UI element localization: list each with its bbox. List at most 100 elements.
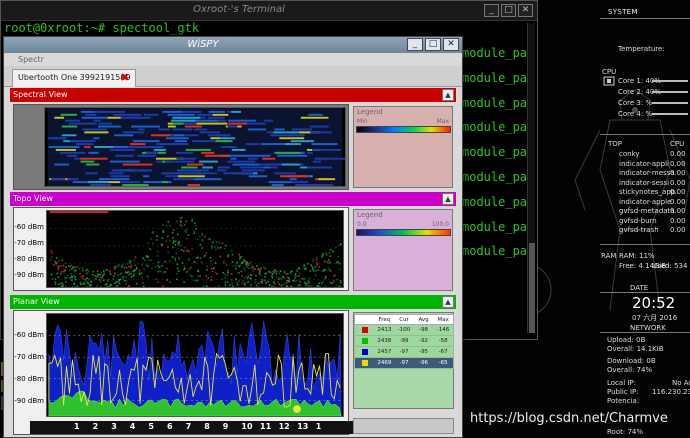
- topo-point: [125, 275, 127, 278]
- terminal-prompt[interactable]: root@0xroot:~# spectool_gtk: [4, 21, 199, 37]
- channel-label: 3: [111, 422, 117, 431]
- terminal-scroll-thumb[interactable]: [529, 243, 535, 333]
- topo-point: [180, 249, 183, 251]
- topo-point: [224, 284, 227, 286]
- topo-point: [51, 278, 54, 280]
- topo-point: [130, 264, 132, 266]
- topo-plot[interactable]: [46, 210, 344, 288]
- close-button[interactable]: ✕: [518, 4, 533, 17]
- waterfall-streak: [232, 163, 262, 166]
- waterfall-streak: [314, 157, 345, 160]
- legend-max: Max: [436, 118, 449, 125]
- spectral-waterfall[interactable]: [44, 107, 346, 187]
- waterfall-streak: [90, 184, 112, 186]
- topo-point: [226, 274, 229, 277]
- local-ip-label: Local IP:: [607, 379, 637, 387]
- menu-spectrum[interactable]: Spectr: [4, 53, 462, 66]
- topo-point: [241, 262, 243, 265]
- topo-point: [193, 232, 195, 234]
- topo-point: [292, 279, 294, 282]
- process-cpu: 0.00: [670, 216, 686, 225]
- topo-point: [211, 270, 214, 273]
- channel-label: 6: [167, 422, 173, 431]
- waterfall-streak: [197, 113, 212, 116]
- topo-point: [329, 261, 332, 264]
- collapse-planar-button[interactable]: ▲: [442, 296, 454, 308]
- terminal-line: module_pat: [462, 194, 535, 209]
- waterfall-streak: [270, 134, 292, 137]
- topo-point: [125, 266, 128, 269]
- minimize-button[interactable]: _: [407, 38, 423, 51]
- dbm-axis-label: -80 dBm: [14, 375, 44, 383]
- terminal-scrollbar[interactable]: [527, 23, 535, 333]
- waterfall-streak: [177, 172, 201, 175]
- dbm-axis-label: -70 dBm: [14, 239, 44, 247]
- topo-point: [274, 282, 276, 285]
- waterfall-streak: [311, 143, 338, 146]
- channel-label: 10: [241, 422, 253, 431]
- topo-point: [68, 265, 70, 267]
- waterfall-streak: [117, 148, 135, 151]
- topo-point: [240, 270, 243, 273]
- wispy-titlebar[interactable]: WiSPY _ □ ✕: [4, 37, 462, 53]
- topo-point: [149, 248, 152, 250]
- topo-point: [141, 263, 143, 266]
- legend-title: Legend: [357, 211, 383, 219]
- topo-point: [109, 283, 112, 286]
- topo-view-header[interactable]: Topo View ▲: [10, 192, 456, 206]
- table-row[interactable]: 2457 -97 -95 -67: [354, 347, 454, 358]
- maximize-button[interactable]: □: [425, 38, 441, 51]
- topo-point: [58, 283, 60, 286]
- topo-point: [189, 266, 192, 269]
- waterfall-streak: [231, 148, 246, 151]
- spectral-view-header[interactable]: Spectral View ▲: [10, 88, 456, 102]
- topo-point: [285, 282, 288, 284]
- topo-point: [322, 280, 325, 283]
- table-row[interactable]: 2438 -99 -92 -58: [354, 336, 454, 347]
- close-button[interactable]: ✕: [443, 38, 459, 51]
- topo-point: [304, 284, 307, 287]
- close-tab-icon[interactable]: ✖: [120, 72, 131, 83]
- dbm-axis-label: -90 dBm: [14, 397, 44, 405]
- topo-point: [235, 264, 237, 267]
- topo-point: [255, 274, 257, 277]
- topo-point: [270, 271, 272, 273]
- maximize-button[interactable]: □: [501, 4, 516, 17]
- waterfall-streak: [271, 184, 284, 186]
- topo-point: [61, 259, 64, 262]
- topo-point: [335, 278, 338, 281]
- table-row[interactable]: 2469 -97 -96 -65: [354, 358, 454, 369]
- channel-axis: 1 2 3 4 5 6 7 8 9 10 11 12 13 1: [30, 421, 360, 434]
- table-row[interactable]: 2413 -100 -98 -146: [354, 325, 454, 336]
- topo-point: [305, 287, 307, 288]
- swatch-cell: [355, 325, 375, 335]
- topo-point: [299, 280, 301, 283]
- topo-point: [176, 267, 179, 270]
- planar-plot[interactable]: [46, 313, 344, 417]
- collapse-spectral-button[interactable]: ▲: [442, 89, 454, 101]
- divider: [600, 18, 690, 19]
- topo-point: [318, 266, 320, 268]
- waterfall-streak: [108, 172, 124, 175]
- waterfall-streak: [94, 110, 126, 113]
- topo-point: [259, 268, 261, 270]
- topo-point: [144, 259, 146, 261]
- topo-point: [291, 270, 293, 272]
- frequency-table[interactable]: Freq Cur Avg Max 2413 -100 -98 -146 2438 -99 -92 -…: [354, 314, 454, 369]
- topo-point: [96, 270, 99, 272]
- waterfall-streak: [231, 110, 242, 113]
- topo-point: [164, 271, 167, 273]
- process-cpu: 0.00: [670, 207, 686, 215]
- planar-view-header[interactable]: Planar View ▲: [10, 295, 456, 309]
- terminal-titlebar[interactable]: Oxroot-'s Terminal _ □ ✕: [1, 1, 537, 21]
- topo-point: [120, 265, 123, 268]
- topo-point: [76, 265, 79, 268]
- root-usage: Root: 74%: [607, 428, 644, 436]
- topo-point: [50, 250, 52, 252]
- collapse-topo-button[interactable]: ▲: [442, 193, 454, 205]
- waterfall-streak: [275, 151, 301, 154]
- tab-ubertooth[interactable]: Ubertooth One 3992191569 ✖: [12, 69, 136, 87]
- channel-label: 7: [185, 422, 192, 431]
- minimize-button[interactable]: _: [484, 4, 499, 17]
- waterfall-streak: [277, 154, 308, 157]
